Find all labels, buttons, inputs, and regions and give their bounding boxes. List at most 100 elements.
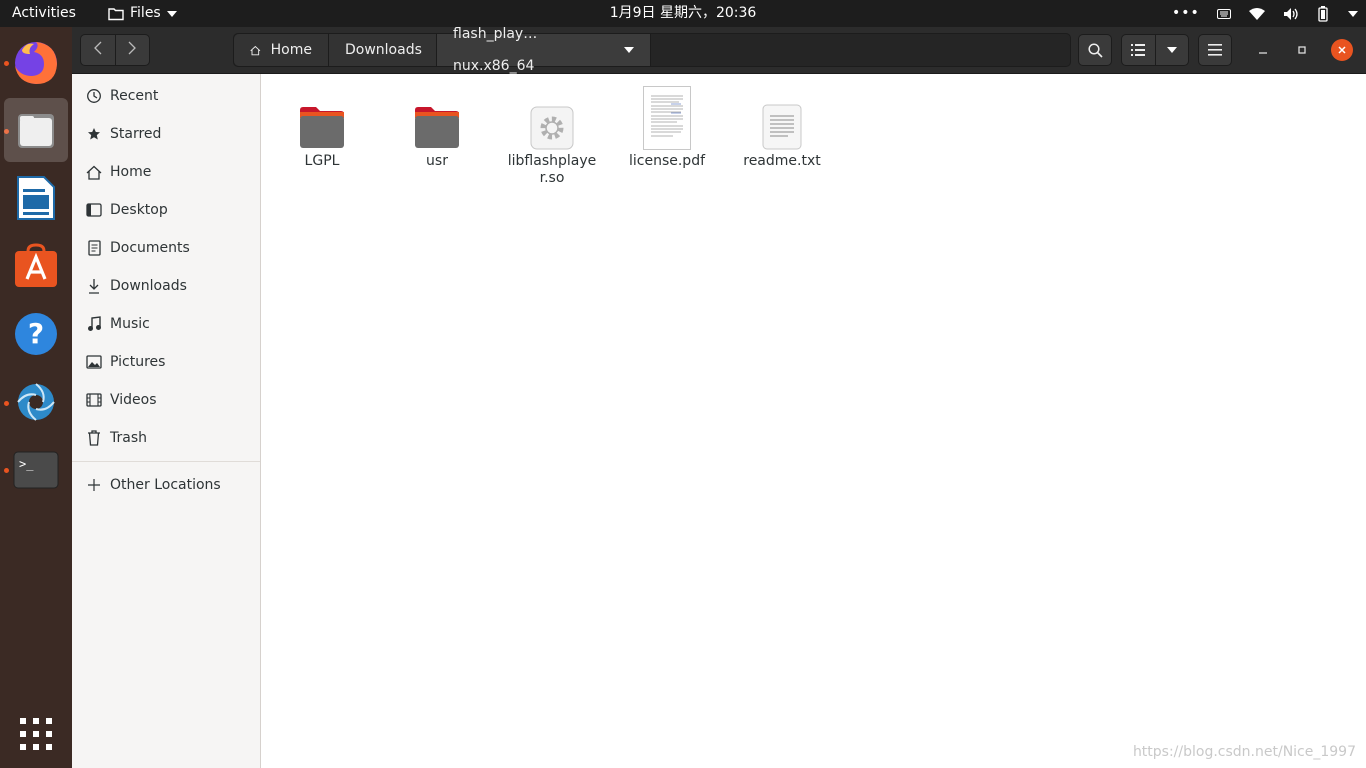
sidebar-item-starred[interactable]: Starred	[72, 115, 260, 153]
chevron-left-icon	[93, 41, 102, 55]
sidebar-item-label: Recent	[110, 88, 159, 104]
volume-icon[interactable]	[1283, 7, 1299, 21]
breadcrumb-label: flash_play…nux.x86_64	[453, 26, 538, 74]
text-file-icon	[732, 80, 832, 150]
document-icon	[86, 240, 102, 256]
sidebar-item-documents[interactable]: Documents	[72, 229, 260, 267]
top-bar: Activities Files 1月9日 星期六，20:36 •••	[0, 0, 1366, 27]
sidebar-item-trash[interactable]: Trash	[72, 419, 260, 457]
sidebar-item-videos[interactable]: Videos	[72, 381, 260, 419]
view-buttons	[1121, 34, 1189, 66]
sidebar-divider	[72, 461, 260, 462]
back-button[interactable]	[81, 35, 116, 65]
video-icon	[86, 392, 102, 408]
file-item-library[interactable]: libflashplayer.so	[502, 80, 602, 187]
software-icon[interactable]	[4, 234, 68, 298]
sidebar-item-downloads[interactable]: Downloads	[72, 267, 260, 305]
sidebar-item-label: Starred	[110, 126, 162, 142]
close-button[interactable]	[1331, 39, 1353, 61]
grid-icon[interactable]	[4, 702, 68, 766]
gear-icon	[502, 80, 602, 150]
minimize-icon	[1259, 52, 1267, 54]
chevron-down-icon[interactable]	[624, 47, 634, 53]
dock: ? >_	[0, 27, 72, 768]
file-name: LGPL	[304, 153, 340, 169]
sidebar-item-label: Videos	[110, 392, 157, 408]
sidebar-item-home[interactable]: Home	[72, 153, 260, 191]
search-icon	[1087, 42, 1103, 58]
wifi-icon[interactable]	[1249, 7, 1266, 20]
restore-icon	[1298, 46, 1306, 54]
plus-icon	[86, 477, 102, 493]
breadcrumb-label: Home	[270, 42, 312, 58]
terminal-icon[interactable]: >_	[4, 438, 68, 502]
chevron-right-icon	[128, 41, 137, 55]
svg-text:?: ?	[28, 317, 44, 350]
firefox-icon[interactable]	[4, 30, 68, 94]
minimize-button[interactable]	[1252, 39, 1274, 61]
file-name: usr	[426, 153, 448, 169]
breadcrumb-current-folder[interactable]: flash_play…nux.x86_64	[437, 26, 651, 74]
file-name: license.pdf	[628, 153, 706, 169]
file-item-text[interactable]: readme.txt	[732, 80, 832, 170]
list-view-icon	[1131, 44, 1146, 56]
breadcrumb-home[interactable]: Home	[234, 34, 329, 66]
music-icon	[86, 316, 102, 332]
sidebar-item-pictures[interactable]: Pictures	[72, 343, 260, 381]
hamburger-icon	[1208, 44, 1222, 56]
folder-icon	[387, 80, 487, 150]
chevron-down-icon[interactable]	[1347, 10, 1358, 17]
main-menu-button[interactable]	[1198, 34, 1232, 66]
sidebar-item-desktop[interactable]: Desktop	[72, 191, 260, 229]
list-view-button[interactable]	[1122, 35, 1156, 65]
system-tray[interactable]: •••	[1172, 0, 1358, 27]
sidebar-item-label: Pictures	[110, 354, 166, 370]
file-item-pdf[interactable]: license.pdf	[617, 80, 717, 170]
desktop-icon	[86, 202, 102, 218]
home-icon	[250, 45, 261, 55]
breadcrumb-downloads[interactable]: Downloads	[329, 34, 437, 66]
sidebar-item-music[interactable]: Music	[72, 305, 260, 343]
file-view[interactable]: LGPL usr libflashplayer.so license.pdf r…	[261, 74, 1366, 768]
picture-icon	[86, 354, 102, 370]
pdf-thumbnail-icon	[617, 80, 717, 150]
navigation-buttons	[80, 34, 150, 66]
maximize-button[interactable]	[1291, 39, 1313, 61]
sidebar-item-recent[interactable]: Recent	[72, 77, 260, 115]
clock[interactable]: 1月9日 星期六，20:36	[0, 0, 1366, 27]
sidebar-item-label: Downloads	[110, 278, 187, 294]
clock-icon	[86, 88, 102, 104]
help-icon[interactable]: ?	[4, 302, 68, 366]
sidebar-item-label: Other Locations	[110, 477, 221, 493]
sidebar-item-other-locations[interactable]: Other Locations	[72, 466, 260, 504]
watermark: https://blog.csdn.net/Nice_1997	[1132, 744, 1356, 760]
folder-icon	[272, 80, 372, 150]
more-icon[interactable]: •••	[1172, 0, 1200, 27]
breadcrumb-label: Downloads	[345, 42, 422, 58]
sidebar-item-label: Desktop	[110, 202, 168, 218]
file-name: libflashplayer.so	[507, 153, 597, 186]
file-item-folder[interactable]: LGPL	[272, 80, 372, 170]
places-sidebar: Recent Starred Home Desktop Documents Do…	[72, 74, 261, 768]
sidebar-item-label: Home	[110, 164, 152, 180]
sidebar-item-label: Documents	[110, 240, 190, 256]
files-icon[interactable]	[4, 98, 68, 162]
forward-button[interactable]	[116, 35, 150, 65]
sidebar-item-label: Music	[110, 316, 150, 332]
star-icon	[86, 126, 102, 142]
svg-text:>_: >_	[19, 457, 34, 471]
trash-icon	[86, 430, 102, 446]
path-bar: Home Downloads flash_play…nux.x86_64	[233, 26, 1071, 74]
download-icon	[86, 278, 102, 294]
keyboard-icon[interactable]	[1217, 8, 1232, 19]
writer-icon[interactable]	[4, 166, 68, 230]
file-name: readme.txt	[743, 153, 821, 169]
aperture-icon[interactable]	[4, 370, 68, 434]
file-item-folder[interactable]: usr	[387, 80, 487, 170]
chevron-down-icon	[1166, 47, 1177, 53]
header-bar: Home Downloads flash_play…nux.x86_64	[72, 26, 1366, 74]
search-button[interactable]	[1078, 34, 1112, 66]
battery-icon[interactable]	[1316, 5, 1330, 22]
home-icon	[86, 164, 102, 180]
view-options-button[interactable]	[1156, 35, 1189, 65]
